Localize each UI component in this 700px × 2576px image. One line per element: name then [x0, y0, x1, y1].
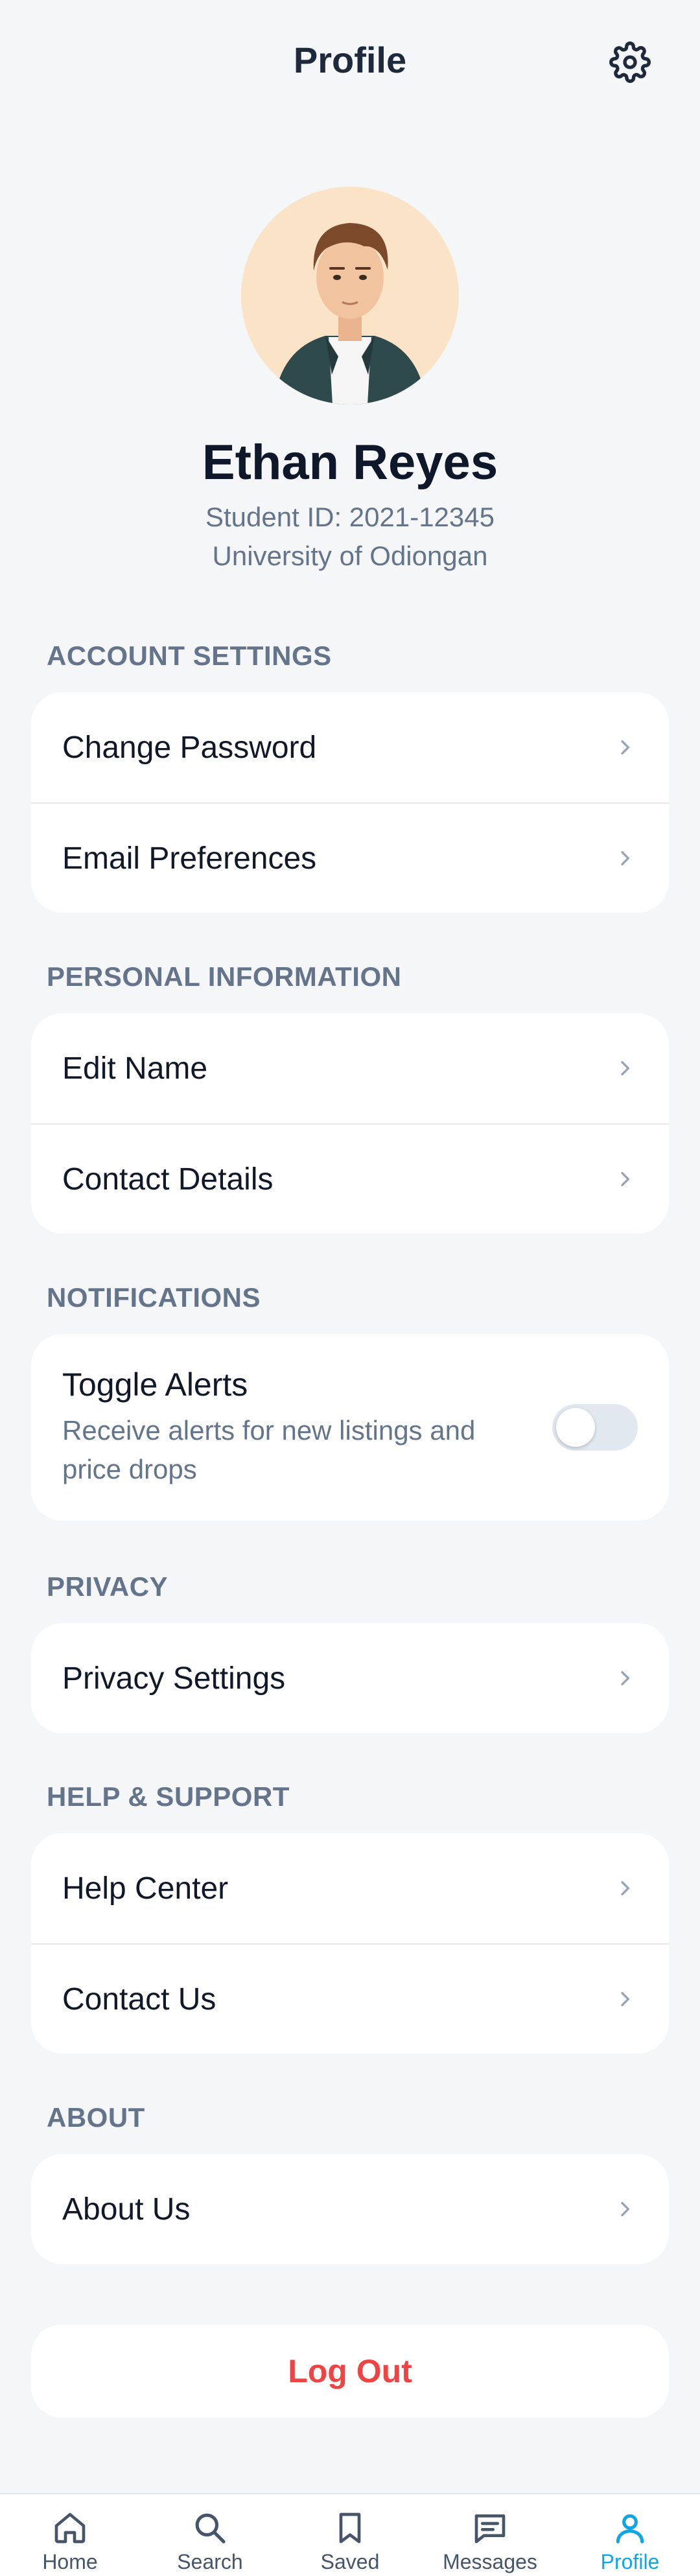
row-label: Contact Details — [62, 1162, 274, 1197]
chevron-right-icon — [612, 1665, 638, 1691]
user-icon — [616, 2514, 644, 2544]
tab-saved[interactable]: Saved — [280, 2494, 420, 2576]
toggle-knob — [556, 1408, 595, 1447]
section-label-help: HELP & SUPPORT — [47, 1781, 290, 1812]
privacy-settings-row[interactable]: Privacy Settings — [31, 1623, 669, 1733]
student-id: Student ID: 2021-12345 — [205, 502, 495, 532]
chevron-right-icon — [612, 845, 638, 871]
user-name: Ethan Reyes — [202, 435, 498, 490]
tab-profile[interactable]: Profile — [560, 2494, 700, 2576]
row-label: Privacy Settings — [62, 1661, 286, 1696]
gear-icon — [609, 41, 651, 83]
tab-home[interactable]: Home — [0, 2494, 140, 2576]
contact-details-row[interactable]: Contact Details — [31, 1123, 669, 1234]
toggle-alerts-description: Receive alerts for new listings and pric… — [62, 1415, 476, 1484]
tab-label: Messages — [443, 2550, 537, 2573]
email-preferences-row[interactable]: Email Preferences — [31, 802, 669, 913]
about-us-row[interactable]: About Us — [31, 2154, 669, 2264]
help-center-row[interactable]: Help Center — [31, 1833, 669, 1943]
chevron-right-icon — [612, 1986, 638, 2012]
about-card: About Us — [31, 2154, 669, 2264]
section-label-account: ACCOUNT SETTINGS — [47, 640, 332, 671]
bottom-tab-bar: Home Search Saved Messages Profile — [0, 2493, 700, 2576]
tab-label: Saved — [320, 2550, 380, 2573]
change-password-row[interactable]: Change Password — [31, 692, 669, 802]
edit-name-row[interactable]: Edit Name — [31, 1013, 669, 1123]
alerts-toggle-switch[interactable] — [552, 1404, 638, 1451]
tab-messages[interactable]: Messages — [420, 2494, 560, 2576]
tab-label: Profile — [600, 2550, 660, 2573]
row-label: Contact Us — [62, 1982, 216, 2017]
section-label-privacy: PRIVACY — [47, 1571, 169, 1602]
row-label: About Us — [62, 2192, 191, 2227]
personal-information-card: Edit Name Contact Details — [31, 1013, 669, 1234]
help-support-card: Help Center Contact Us — [31, 1833, 669, 2054]
tab-search[interactable]: Search — [140, 2494, 280, 2576]
tab-label: Search — [177, 2550, 243, 2573]
toggle-alerts-row: Toggle Alerts Receive alerts for new lis… — [31, 1334, 669, 1521]
privacy-card: Privacy Settings — [31, 1623, 669, 1733]
notifications-card: Toggle Alerts Receive alerts for new lis… — [31, 1334, 669, 1521]
home-icon — [54, 2512, 86, 2544]
contact-us-row[interactable]: Contact Us — [31, 1943, 669, 2054]
section-label-notifications: NOTIFICATIONS — [47, 1282, 261, 1313]
chevron-right-icon — [612, 1055, 638, 1081]
chevron-right-icon — [612, 734, 638, 760]
section-label-about: ABOUT — [47, 2102, 145, 2133]
page-title: Profile — [293, 40, 407, 80]
row-label: Help Center — [62, 1871, 229, 1906]
header: Profile — [0, 0, 700, 123]
row-label: Edit Name — [62, 1051, 208, 1086]
logout-button[interactable]: Log Out — [31, 2324, 669, 2418]
section-label-personal: PERSONAL INFORMATION — [47, 961, 402, 992]
search-icon — [195, 2513, 226, 2544]
toggle-alerts-title: Toggle Alerts — [62, 1366, 248, 1403]
avatar — [241, 187, 459, 404]
row-label: Email Preferences — [62, 841, 317, 876]
settings-button[interactable] — [607, 39, 653, 86]
account-settings-card: Change Password Email Preferences — [31, 692, 669, 913]
message-icon — [474, 2514, 506, 2544]
chevron-right-icon — [612, 2196, 638, 2222]
chevron-right-icon — [612, 1875, 638, 1901]
chevron-right-icon — [612, 1166, 638, 1192]
bookmark-icon — [339, 2512, 361, 2544]
university: University of Odiongan — [212, 541, 488, 571]
row-label: Change Password — [62, 730, 317, 765]
tab-label: Home — [42, 2550, 98, 2573]
